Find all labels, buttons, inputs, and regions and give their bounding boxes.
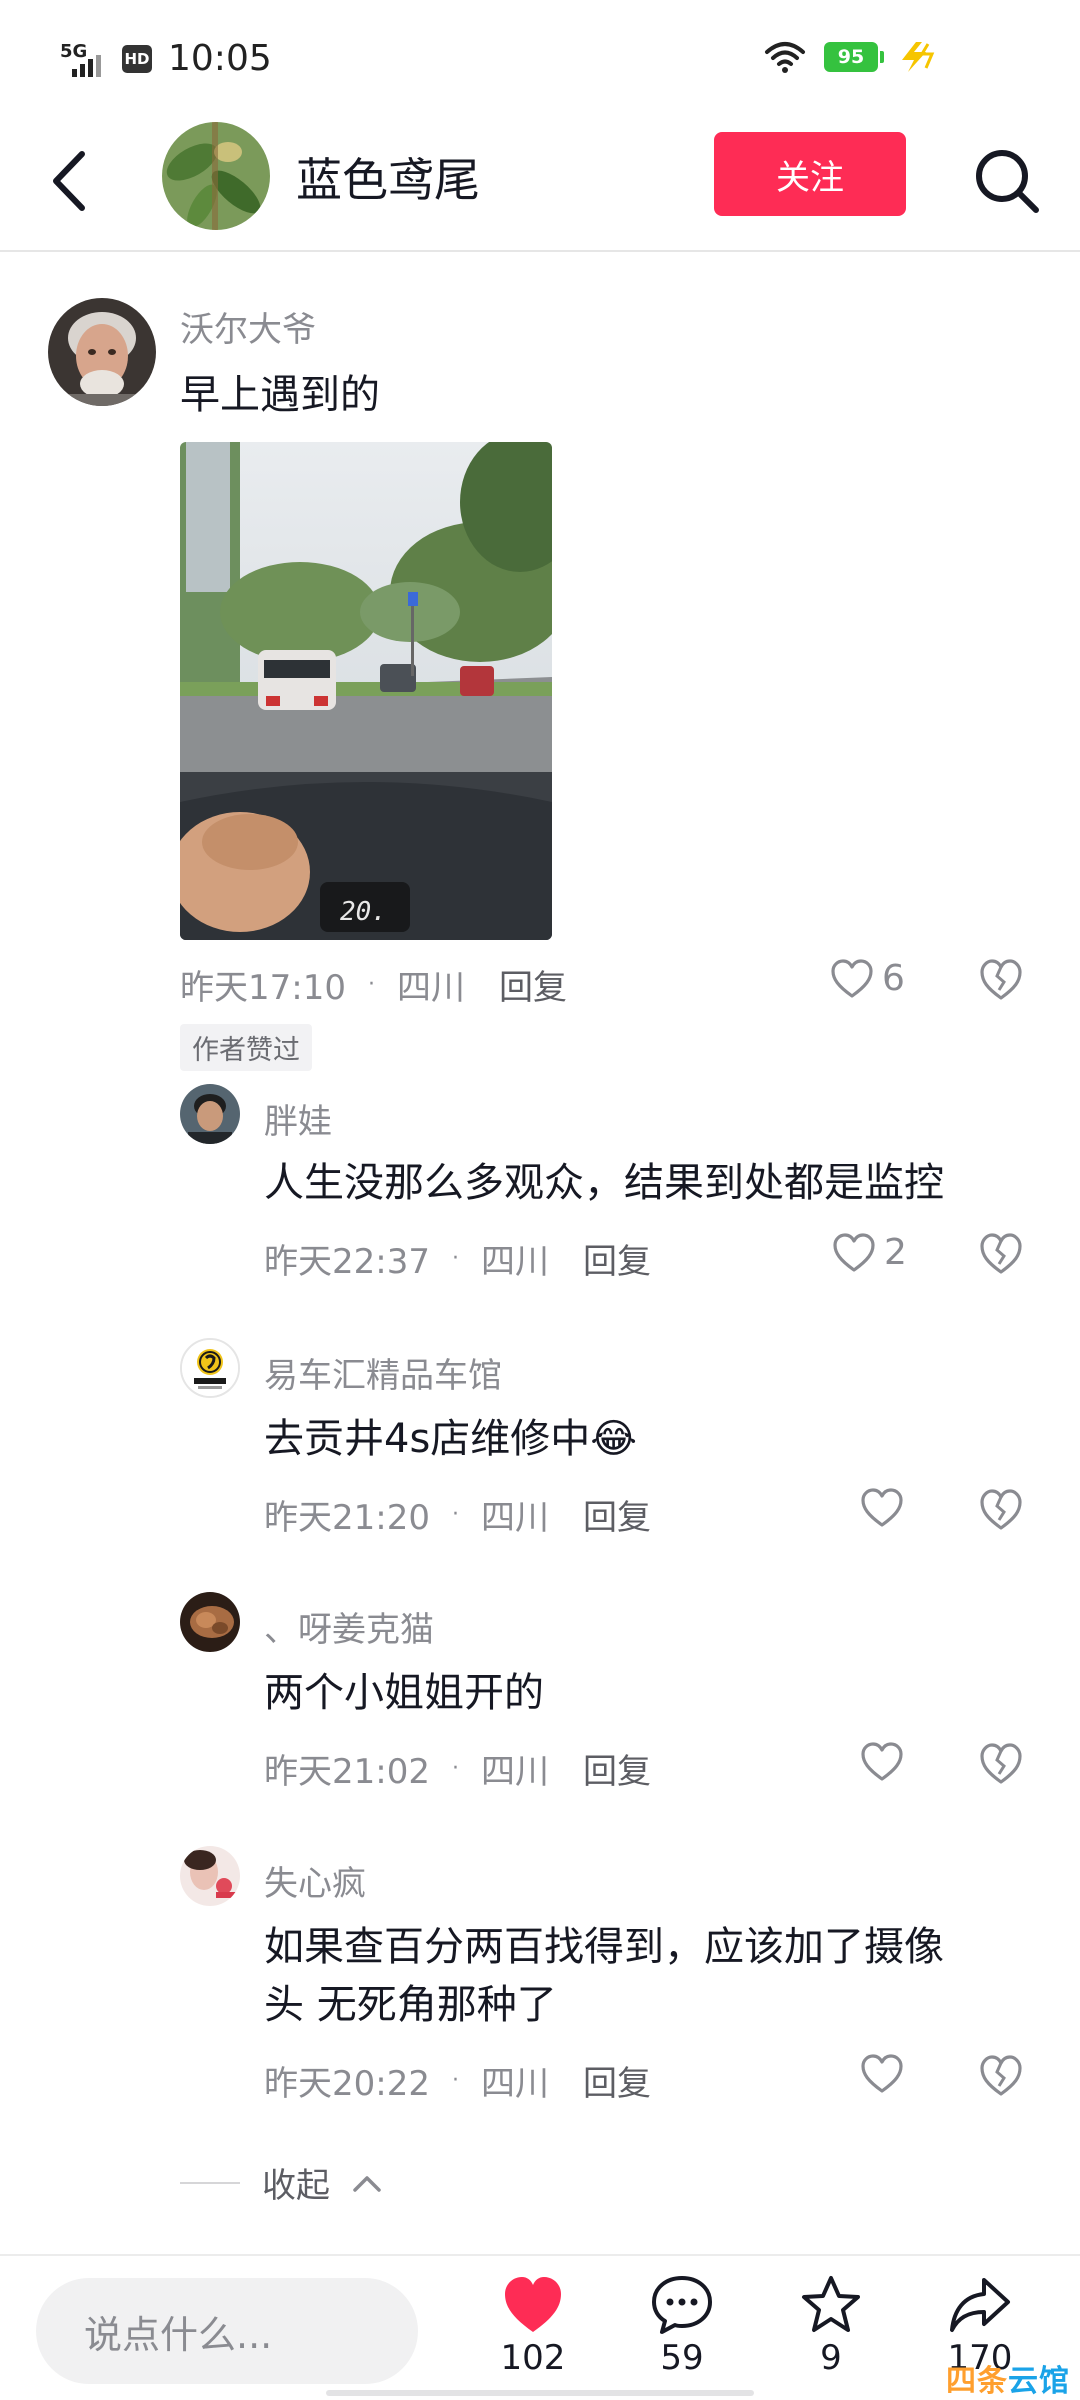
svg-text:20.: 20.: [340, 897, 387, 927]
reply-username[interactable]: 易车汇精品车馆: [264, 1348, 502, 1397]
like-button[interactable]: 2: [832, 1232, 907, 1273]
chevron-up-icon: [353, 2175, 381, 2192]
broken-heart-icon[interactable]: [978, 1488, 1024, 1532]
reply-time: 昨天20:22: [264, 2064, 430, 2104]
heart-outline-icon: [861, 1742, 903, 1781]
reply-meta: 昨天22:37 · 四川 回复: [264, 1234, 651, 1283]
share-icon: [950, 2278, 1010, 2332]
heart-filled-icon: [505, 2277, 561, 2332]
reply-meta: 昨天21:20 · 四川 回复: [264, 1490, 651, 1539]
reply-username[interactable]: 失心疯: [264, 1856, 366, 1905]
bottom-action-bar: 说点什么... 102 59 9 170: [0, 2254, 1080, 2400]
reply-avatar[interactable]: [180, 1592, 240, 1652]
commenter-name[interactable]: 沃尔大爷: [180, 302, 316, 351]
charging-icon: [902, 42, 935, 72]
back-icon[interactable]: [46, 148, 94, 214]
like-button[interactable]: 6: [830, 958, 905, 999]
clock: 10:05: [168, 38, 272, 79]
comment-text: 早上遇到的: [180, 372, 380, 418]
favorite-total: 9: [820, 2338, 842, 2378]
reply-meta: 昨天21:02 · 四川 回复: [264, 1744, 651, 1793]
heart-outline-icon: [861, 1488, 903, 1527]
meta-separator: ·: [451, 2068, 459, 2093]
broken-heart-icon[interactable]: [978, 1232, 1024, 1276]
reply-button[interactable]: 回复: [583, 1234, 651, 1283]
collapse-replies-button[interactable]: 收起: [180, 2158, 382, 2207]
reply-location: 四川: [480, 1242, 549, 1282]
reply-button[interactable]: 回复: [499, 960, 567, 1009]
home-indicator[interactable]: [326, 2390, 754, 2396]
watermark: 四条云馆: [946, 2364, 1070, 2399]
star-icon: [802, 2276, 860, 2332]
comment-icon: [652, 2276, 712, 2334]
comment-location: 四川: [396, 968, 465, 1008]
reply-text-line-2: 头 无死角那种了: [264, 1982, 557, 2028]
status-right: 95: [764, 40, 940, 74]
reply-avatar[interactable]: [180, 1846, 240, 1906]
meta-separator: ·: [451, 1246, 459, 1271]
broken-heart-icon[interactable]: [978, 2054, 1024, 2098]
comment-input[interactable]: 说点什么...: [36, 2278, 418, 2384]
reply-button[interactable]: 回复: [583, 1490, 651, 1539]
like-count: 6: [882, 958, 905, 999]
heart-outline-icon: [833, 1232, 875, 1272]
laugh-cry-emoji: 😂: [590, 1416, 638, 1462]
reply-text: 如果查百分两百找得到，应该加了摄像 头 无死角那种了: [264, 1918, 944, 2034]
status-left: 5G HD 10:05: [60, 38, 272, 79]
like-button[interactable]: [860, 2054, 912, 2094]
like-action[interactable]: 102: [478, 2274, 588, 2378]
like-button[interactable]: [860, 1488, 912, 1528]
header-bar: 蓝色鸢尾 关注: [0, 110, 1080, 252]
reply-avatar[interactable]: [180, 1084, 240, 1144]
reply-text-row: 去贡井4s店维修中😂: [264, 1410, 637, 1468]
search-icon[interactable]: [972, 146, 1042, 216]
author-avatar[interactable]: [162, 122, 270, 230]
heart-outline-icon: [861, 2054, 903, 2093]
meta-separator: ·: [451, 1502, 459, 1527]
cellular-signal-icon: 5G: [60, 41, 108, 77]
favorite-action[interactable]: 9: [776, 2274, 886, 2378]
reply-location: 四川: [480, 1498, 549, 1538]
reply-time: 昨天21:02: [264, 1752, 430, 1792]
comment-time: 昨天17:10: [180, 968, 346, 1008]
page-title: 蓝色鸢尾: [296, 153, 480, 207]
reply-time: 昨天22:37: [264, 1242, 430, 1282]
commenter-avatar[interactable]: [48, 298, 156, 406]
status-bar: 5G HD 10:05 95: [0, 0, 1080, 110]
reply-button[interactable]: 回复: [583, 1744, 651, 1793]
collapse-label: 收起: [262, 2166, 330, 2206]
reply-text: 人生没那么多观众，结果到处都是监控: [264, 1160, 944, 1206]
reply-button[interactable]: 回复: [583, 2056, 651, 2105]
reply-meta: 昨天20:22 · 四川 回复: [264, 2056, 651, 2105]
broken-heart-icon[interactable]: [978, 1742, 1024, 1786]
reply-username[interactable]: 、呀姜克猫: [264, 1602, 434, 1651]
battery-indicator: 95: [824, 42, 884, 72]
reply-location: 四川: [480, 1752, 549, 1792]
comment-total: 59: [660, 2338, 704, 2378]
wifi-icon: [765, 42, 805, 73]
meta-separator: ·: [451, 1756, 459, 1781]
like-total: 102: [500, 2338, 566, 2378]
author-liked-tag: 作者赞过: [180, 1024, 312, 1071]
comment-photo[interactable]: 20.: [180, 442, 552, 940]
like-button[interactable]: [860, 1742, 912, 1782]
meta-separator: ·: [367, 972, 375, 997]
reply-text-line-1: 如果查百分两百找得到，应该加了摄像: [264, 1924, 944, 1970]
reply-time: 昨天21:20: [264, 1498, 430, 1538]
hd-badge: HD: [122, 44, 152, 73]
reply-text: 两个小姐姐开的: [264, 1670, 544, 1716]
heart-outline-icon: [831, 958, 873, 998]
reply-username[interactable]: 胖娃: [264, 1094, 332, 1143]
divider-line: [180, 2181, 240, 2184]
broken-heart-icon[interactable]: [978, 958, 1024, 1002]
reply-text: 去贡井4s店维修中: [264, 1416, 591, 1462]
reply-avatar[interactable]: [180, 1338, 240, 1398]
comment-meta: 昨天17:10 · 四川 回复: [180, 960, 567, 1009]
follow-button[interactable]: 关注: [714, 132, 906, 216]
like-count: 2: [884, 1232, 907, 1273]
reply-location: 四川: [480, 2064, 549, 2104]
comment-action[interactable]: 59: [627, 2274, 737, 2378]
